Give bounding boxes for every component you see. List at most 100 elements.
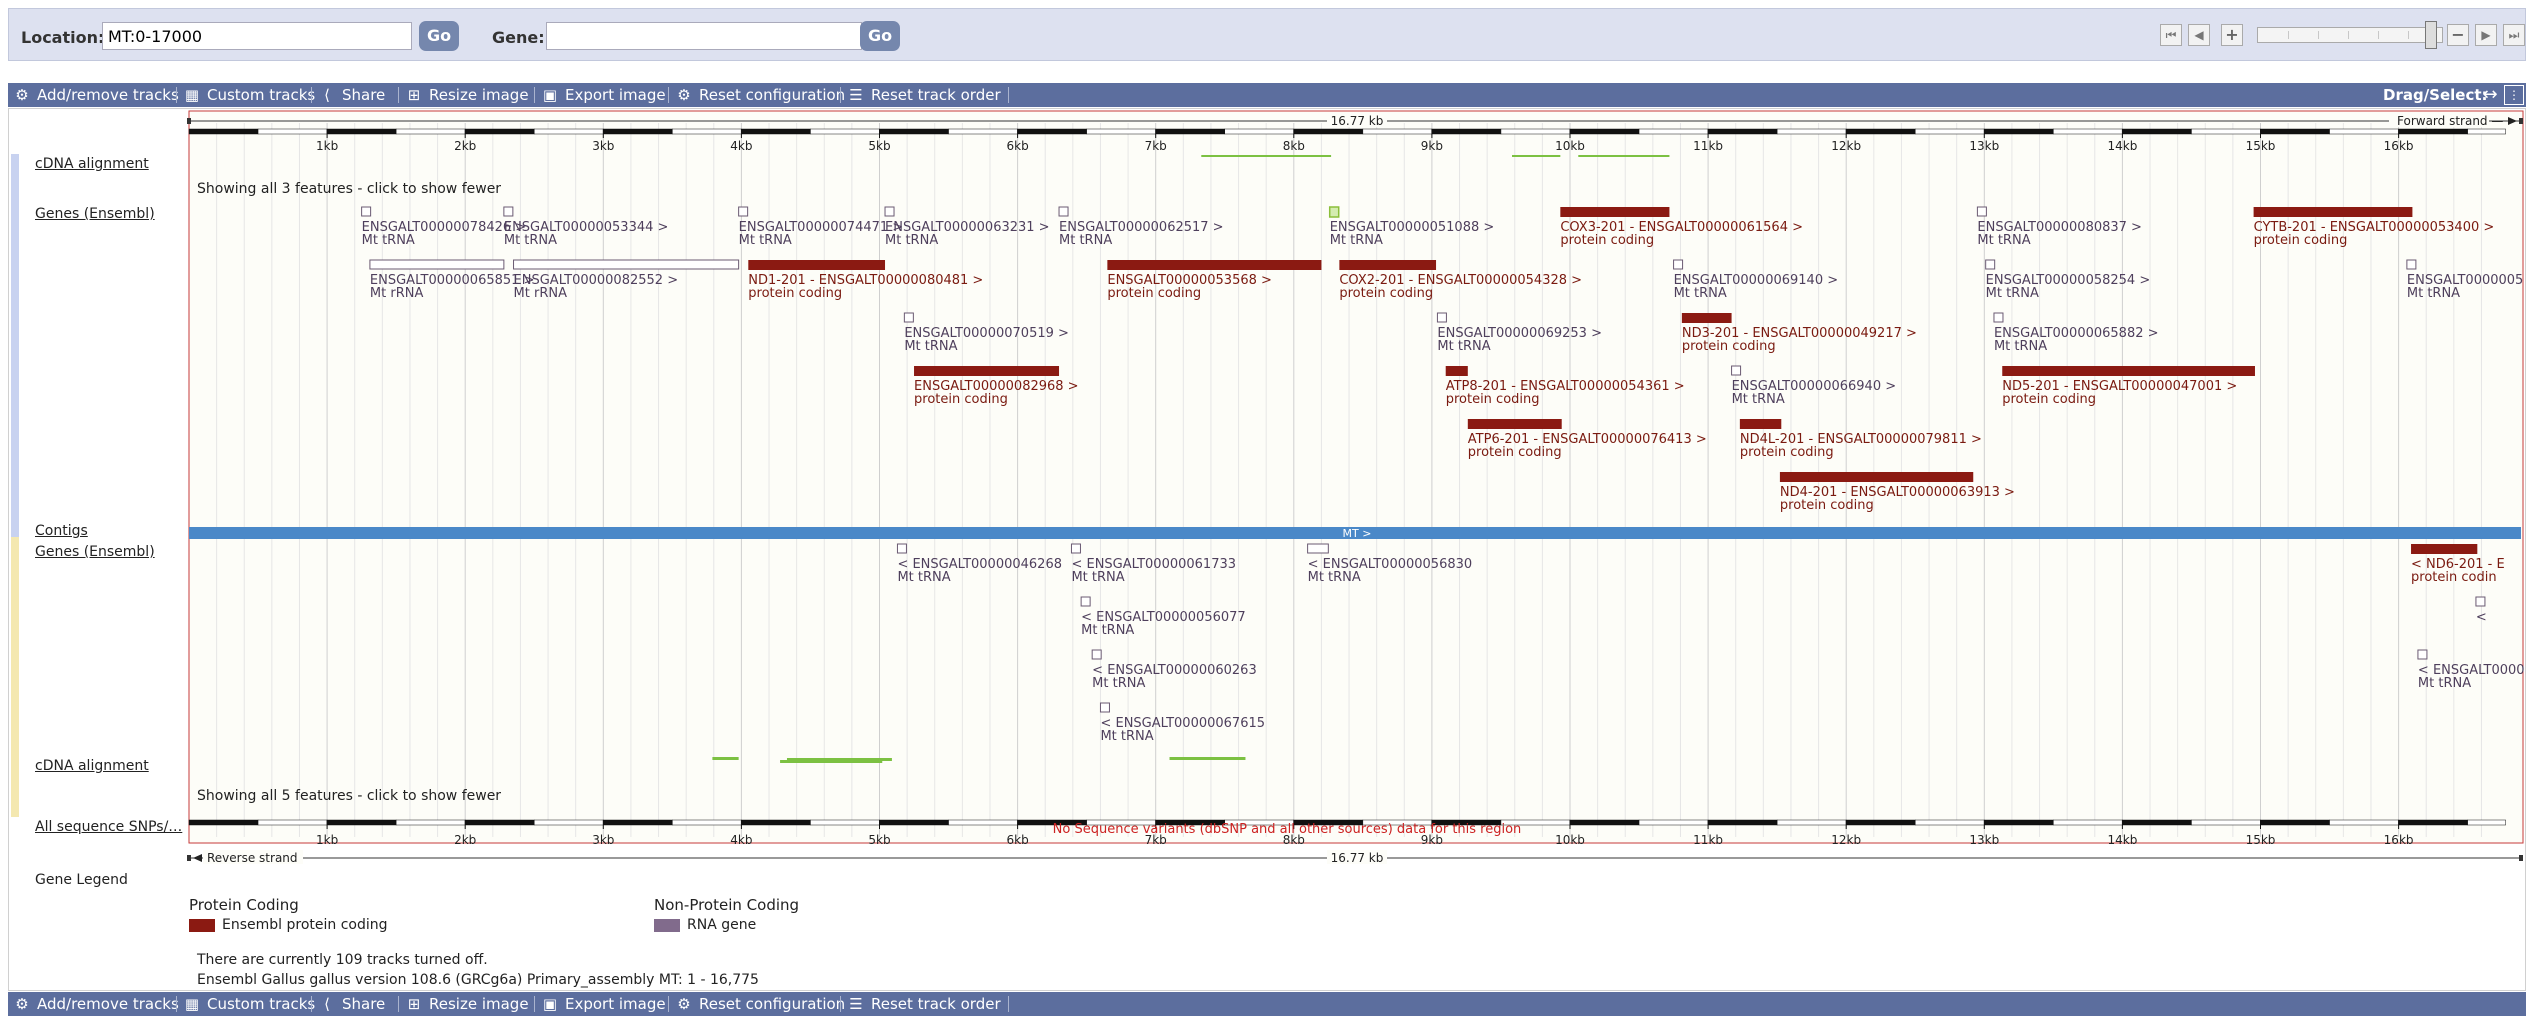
cdna-top-message[interactable]: Showing all 3 features - click to show f…	[197, 181, 501, 197]
scale-segment	[257, 128, 328, 135]
scale-segment	[1224, 128, 1295, 135]
export-icon: ▣	[542, 995, 558, 1013]
gene-biotype: Mt tRNA	[1059, 233, 1112, 248]
gene-rna	[1070, 543, 1081, 554]
gene-biotype: protein coding	[1560, 233, 1654, 248]
gene-biotype: protein coding	[748, 286, 842, 301]
share-button[interactable]: ⟨ Share	[319, 83, 385, 107]
ruler-tick-label: 2kb	[454, 833, 476, 847]
reset-configuration-button-bottom[interactable]: ⚙ Reset configuration	[676, 992, 845, 1016]
scale-segment	[2191, 819, 2261, 826]
tracks-off-note: There are currently 109 tracks turned of…	[197, 952, 488, 968]
scale-segment	[2398, 128, 2468, 135]
scale-segment	[1707, 819, 1778, 826]
export-image-button-bottom[interactable]: ▣ Export image	[542, 992, 666, 1016]
location-go-button[interactable]: Go	[419, 21, 459, 51]
resize-icon: ⊞	[407, 86, 421, 104]
cdna-alignment-feature	[1511, 155, 1561, 157]
gene-biotype: Mt tRNA	[1308, 570, 1361, 585]
scale-label: 16.77 kb	[1331, 114, 1384, 128]
cdna-bottom-message[interactable]: Showing all 5 features - click to show f…	[197, 788, 501, 804]
scale-segment	[741, 819, 811, 826]
gene-rna	[1985, 259, 1996, 270]
last-icon[interactable]: ⏭	[2503, 24, 2525, 46]
scale-segment	[395, 819, 466, 826]
zoom-in-icon[interactable]: +	[2221, 24, 2243, 46]
ruler-tick-label: 5kb	[868, 139, 890, 153]
scale-segment	[2122, 819, 2192, 826]
first-icon[interactable]: ⏮	[2160, 24, 2182, 46]
gene-biotype: protein codin	[2411, 570, 2497, 585]
next-icon[interactable]: ▶	[2475, 24, 2497, 46]
scale-segment	[1086, 128, 1156, 135]
scale-segment	[2191, 128, 2261, 135]
scale-bar-end	[187, 855, 191, 861]
ruler-tick-label: 3kb	[592, 833, 614, 847]
gene-biotype: protein coding	[1446, 392, 1540, 407]
scale-segment	[326, 819, 397, 826]
cdna-alignment-feature	[798, 760, 883, 763]
contig-label: MT >	[1343, 527, 1372, 540]
reset-configuration-button[interactable]: ⚙ Reset configuration	[676, 83, 845, 107]
gene-rna	[1731, 365, 1742, 376]
gene-go-button[interactable]: Go	[860, 21, 900, 51]
gene-protein-coding	[748, 260, 886, 270]
drag-pan-icon[interactable]: ↔	[2478, 83, 2502, 107]
zoom-out-icon[interactable]: −	[2447, 24, 2469, 46]
scale-segment	[257, 819, 328, 826]
gene-rna-selected	[1328, 206, 1340, 218]
gene-rna	[884, 206, 895, 217]
gene-biotype: Mt tRNA	[2407, 286, 2460, 301]
ruler-tick-label: 10kb	[1555, 139, 1585, 153]
select-box-icon[interactable]: ⋮	[2504, 85, 2524, 105]
scale-segment	[1569, 128, 1640, 135]
legend-rna-header: Non-Protein Coding	[654, 896, 800, 914]
zoom-slider[interactable]	[2257, 27, 2443, 43]
add-remove-tracks-button-bottom[interactable]: ⚙ Add/remove tracks	[14, 992, 179, 1016]
previous-icon[interactable]: ◀	[2188, 24, 2210, 46]
gene-biotype: Mt tRNA	[1986, 286, 2039, 301]
gene-biotype: Mt tRNA	[2418, 676, 2471, 691]
zoom-slider-handle[interactable]	[2425, 21, 2437, 49]
reset-track-order-button[interactable]: ☰ Reset track order	[848, 83, 1000, 107]
ruler-tick-label: 14kb	[2107, 833, 2137, 847]
reset-config-icon: ⚙	[677, 86, 691, 104]
track-label-gene-legend: Gene Legend	[35, 872, 128, 888]
ruler-tick-label: 14kb	[2107, 139, 2137, 153]
resize-image-button[interactable]: ⊞ Resize image	[406, 83, 529, 107]
gene-biotype: protein coding	[1107, 286, 1201, 301]
legend-rna-swatch	[654, 919, 680, 932]
gene-biotype: protein coding	[2254, 233, 2348, 248]
gene-protein-coding	[2253, 207, 2413, 217]
scale-segment	[879, 128, 949, 135]
resize-image-button-bottom[interactable]: ⊞ Resize image	[406, 992, 529, 1016]
gene-rna	[2475, 596, 2486, 607]
gene-biotype: Mt tRNA	[904, 339, 957, 354]
scale-segment	[948, 128, 1018, 135]
gene-rna	[1673, 259, 1684, 270]
gene-input[interactable]	[546, 22, 862, 50]
scale-segment	[741, 128, 811, 135]
gene-protein-coding	[1560, 207, 1670, 217]
scale-segment	[672, 128, 742, 135]
gene-rna	[1058, 206, 1069, 217]
custom-tracks-button-bottom[interactable]: ▦ Custom tracks	[184, 992, 315, 1016]
reset-track-order-button-bottom[interactable]: ☰ Reset track order	[848, 992, 1000, 1016]
gene-protein-coding	[2002, 366, 2255, 376]
gene-biotype: Mt tRNA	[739, 233, 792, 248]
custom-tracks-button[interactable]: ▦ Custom tracks	[184, 83, 315, 107]
location-input[interactable]	[102, 22, 412, 50]
gene-protein-coding	[914, 366, 1060, 376]
gene-biotype: protein coding	[1780, 498, 1874, 513]
add-remove-tracks-button[interactable]: ⚙ Add/remove tracks	[14, 83, 179, 107]
genome-plot: 16.77 kb Forward strand — 1kb 2kb 3kb 4kb 5kb 6…	[187, 110, 2525, 865]
export-image-button[interactable]: ▣ Export image	[542, 83, 666, 107]
share-button-bottom[interactable]: ⟨ Share	[319, 992, 385, 1016]
gene-protein-coding	[1107, 260, 1322, 270]
share-icon: ⟨	[324, 995, 330, 1013]
gene-rna	[1091, 649, 1102, 660]
location-label: Location:	[21, 28, 105, 47]
genome-image-panel: cDNA alignment Genes (Ensembl) Contigs G…	[8, 108, 2526, 991]
gene-rna	[2417, 649, 2428, 660]
scale-segment	[1638, 819, 1709, 826]
